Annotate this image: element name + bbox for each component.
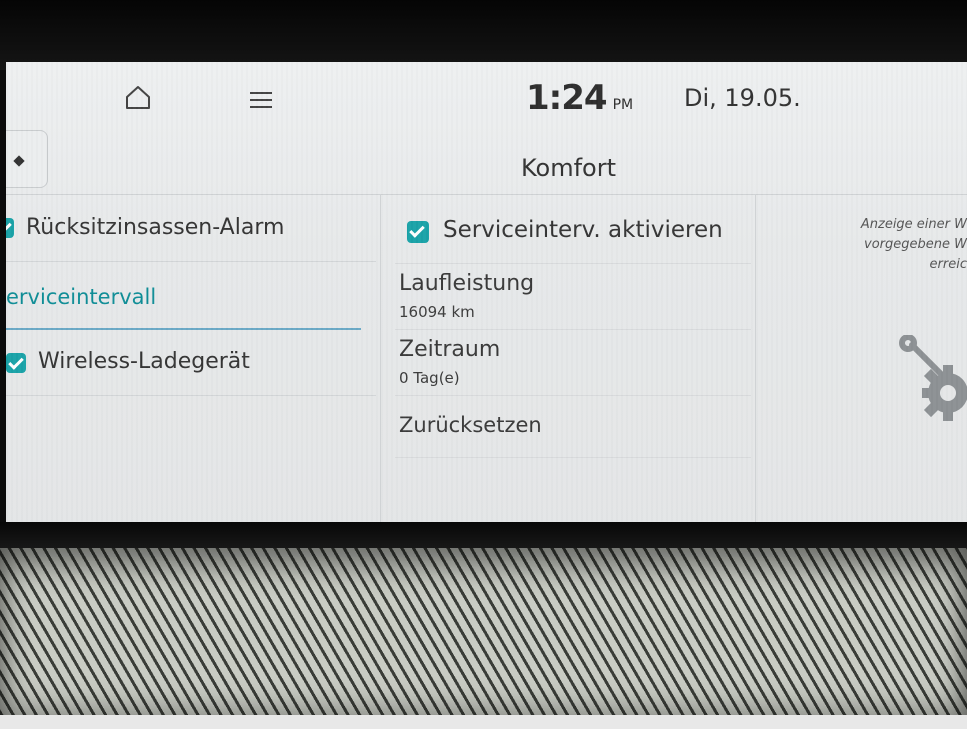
mileage-value: 16094 km bbox=[399, 303, 475, 321]
period-row[interactable]: Zeitraum 0 Tag(e) bbox=[395, 329, 751, 396]
clock: 1:24 PM bbox=[526, 78, 633, 118]
sidebar-item-label: erviceintervall bbox=[6, 285, 157, 309]
reset-label: Zurücksetzen bbox=[399, 413, 542, 437]
checkbox-icon[interactable] bbox=[6, 218, 14, 238]
back-chevron-icon[interactable]: ‹ bbox=[6, 82, 20, 112]
date: Di, 19.05. bbox=[684, 84, 801, 112]
reset-button[interactable]: Zurücksetzen bbox=[395, 395, 751, 458]
status-bar: ‹ 1:24PM Di, 19.05. bbox=[6, 62, 967, 132]
clock-time: 1:24 bbox=[526, 78, 608, 118]
period-value: 0 Tag(e) bbox=[399, 369, 460, 387]
checkbox-icon[interactable] bbox=[6, 353, 26, 373]
info-line-2: vorgegebene W bbox=[864, 237, 967, 252]
display-bezel bbox=[0, 0, 967, 70]
mileage-row[interactable]: Laufleistung 16094 km bbox=[395, 263, 751, 330]
title-bar: Komfort bbox=[6, 130, 967, 195]
info-line-1: Anzeige einer W bbox=[860, 217, 967, 232]
sidebar-item-wireless-charger[interactable]: Wireless-Ladegerät bbox=[6, 329, 376, 396]
menu-icon[interactable] bbox=[250, 92, 272, 108]
service-panel: Serviceinterv. aktivieren Laufleistung 1… bbox=[380, 195, 756, 522]
back-button[interactable] bbox=[6, 130, 48, 188]
service-activate-label: Serviceinterv. aktivieren bbox=[443, 217, 723, 243]
info-description: Anzeige einer W vorgegebene W erreic bbox=[767, 215, 967, 275]
dashboard-texture bbox=[0, 548, 967, 729]
page-title: Komfort bbox=[521, 154, 617, 182]
info-panel: Anzeige einer W vorgegebene W erreic bbox=[754, 195, 967, 522]
info-line-3: erreic bbox=[929, 257, 967, 272]
service-activate-row[interactable]: Serviceinterv. aktivieren bbox=[395, 195, 751, 264]
sidebar-item-serviceintervall[interactable]: erviceintervall bbox=[6, 261, 376, 327]
infotainment-screen: ‹ 1:24PM Di, 19.05. Komfort Rücksitzinsa… bbox=[6, 62, 967, 522]
checkbox-icon[interactable] bbox=[407, 221, 429, 243]
back-arrow-icon bbox=[13, 155, 25, 167]
sidebar-item-ruecksitz-alarm[interactable]: Rücksitzinsassen-Alarm bbox=[6, 195, 376, 262]
home-icon[interactable] bbox=[124, 84, 152, 110]
sidebar-item-label: Rücksitzinsassen-Alarm bbox=[26, 215, 285, 240]
wrench-gear-icon bbox=[899, 335, 967, 421]
sidebar-item-label: Wireless-Ladegerät bbox=[38, 349, 250, 374]
period-label: Zeitraum bbox=[399, 337, 501, 362]
settings-list: Rücksitzinsassen-Alarm erviceintervall W… bbox=[6, 195, 376, 522]
mileage-label: Laufleistung bbox=[399, 271, 535, 296]
clock-ampm: PM bbox=[612, 97, 634, 113]
